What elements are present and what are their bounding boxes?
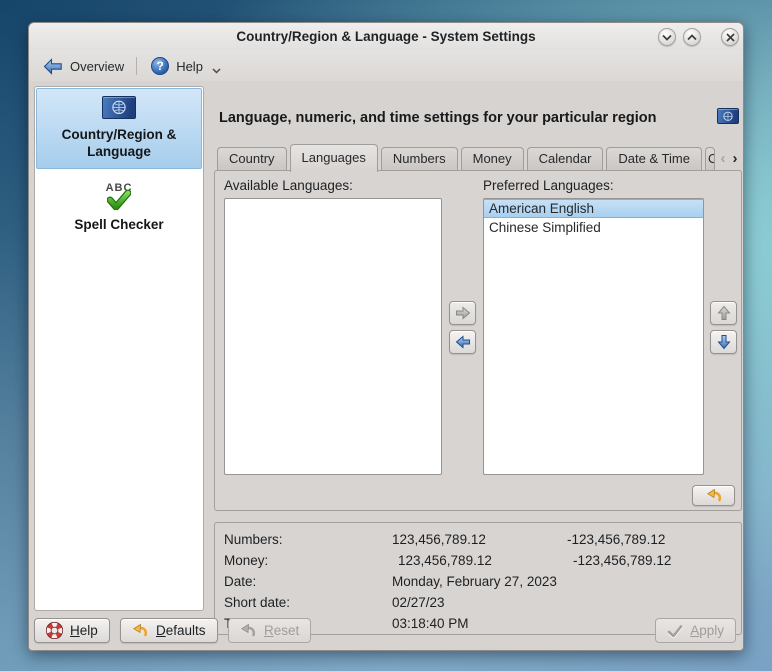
- help-button-footer[interactable]: Help: [34, 618, 110, 643]
- arrow-left-icon: [43, 58, 63, 75]
- add-language-button[interactable]: [449, 301, 476, 325]
- arrow-up-icon: [717, 305, 731, 321]
- available-languages-label: Available Languages:: [224, 178, 353, 193]
- minimize-button[interactable]: [658, 28, 676, 46]
- help-label: Help: [176, 59, 203, 74]
- tab-languages[interactable]: Languages: [290, 144, 378, 172]
- chevron-down-icon: [212, 68, 221, 74]
- maximize-button[interactable]: [683, 28, 701, 46]
- sample-row-money: Money: 123,456,789.12 -123,456,789.12: [224, 550, 741, 571]
- arrow-down-icon: [717, 334, 731, 350]
- spellcheck-icon: ABC: [99, 182, 139, 214]
- checkmark-icon: [667, 624, 683, 638]
- sample-row-short-date: Short date: 02/27/23: [224, 592, 741, 613]
- undo-icon: [132, 624, 149, 637]
- sample-value: Monday, February 27, 2023: [392, 574, 567, 589]
- sidebar: Country/Region & Language ABC Spell Chec…: [34, 86, 204, 611]
- apply-button[interactable]: Apply: [655, 618, 736, 643]
- tab-numbers[interactable]: Numbers: [381, 147, 458, 171]
- checkmark-icon: [107, 190, 131, 210]
- remove-language-button[interactable]: [449, 330, 476, 354]
- languages-tab-panel: Available Languages: Preferred Languages…: [214, 170, 742, 511]
- window-title: Country/Region & Language - System Setti…: [29, 29, 743, 44]
- tab-date-time[interactable]: Date & Time: [606, 147, 702, 171]
- list-item-chinese-simplified[interactable]: Chinese Simplified: [484, 218, 703, 237]
- page-title: Language, numeric, and time settings for…: [219, 110, 709, 126]
- reset-label: Reset: [264, 623, 299, 638]
- tab-other-clipped[interactable]: Other: [705, 147, 715, 171]
- x-icon: [726, 33, 735, 42]
- titlebar[interactable]: Country/Region & Language - System Setti…: [29, 23, 743, 51]
- close-button[interactable]: [721, 28, 739, 46]
- sample-negative-value: -123,456,789.12: [567, 532, 741, 547]
- undo-icon: [705, 489, 723, 502]
- defaults-button[interactable]: Defaults: [120, 618, 218, 643]
- reset-button[interactable]: Reset: [228, 618, 311, 643]
- sample-label: Date:: [224, 574, 392, 589]
- lifering-icon: [46, 622, 63, 639]
- tab-money[interactable]: Money: [461, 147, 524, 171]
- tab-scroll-left-icon[interactable]: ‹: [717, 147, 729, 171]
- sample-positive-value: 123,456,789.12: [392, 532, 567, 547]
- question-icon: ?: [151, 57, 169, 75]
- system-settings-window: Country/Region & Language - System Setti…: [28, 22, 744, 651]
- chevron-up-icon: [687, 34, 697, 41]
- tab-scroll-right-icon[interactable]: ›: [729, 147, 741, 171]
- help-button[interactable]: ? Help: [143, 54, 229, 78]
- preferred-languages-label: Preferred Languages:: [483, 178, 614, 193]
- apply-label: Apply: [690, 623, 724, 638]
- tab-calendar[interactable]: Calendar: [527, 147, 604, 171]
- desktop-background: Country/Region & Language - System Setti…: [0, 0, 772, 671]
- preferred-languages-list[interactable]: American English Chinese Simplified: [483, 198, 704, 475]
- footer-button-row: Help Defaults Reset: [29, 618, 743, 644]
- available-languages-list[interactable]: [224, 198, 442, 475]
- sample-label: Money:: [224, 553, 392, 568]
- sample-row-numbers: Numbers: 123,456,789.12 -123,456,789.12: [224, 529, 741, 550]
- sidebar-item-label-line2: Language: [39, 143, 199, 160]
- sidebar-item-spell-checker[interactable]: ABC Spell Checker: [35, 170, 203, 233]
- arrow-left-icon: [455, 335, 471, 349]
- chevron-down-icon: [662, 34, 672, 41]
- overview-button[interactable]: Overview: [35, 55, 132, 78]
- sidebar-item-label: Spell Checker: [35, 216, 203, 233]
- main-content: Language, numeric, and time settings for…: [211, 81, 743, 614]
- toolbar-separator: [136, 57, 137, 75]
- list-item-american-english[interactable]: American English: [484, 199, 703, 218]
- sample-positive-value: 123,456,789.12: [392, 553, 567, 568]
- sample-value: 02/27/23: [392, 595, 567, 610]
- sample-row-date: Date: Monday, February 27, 2023: [224, 571, 741, 592]
- help-footer-label: Help: [70, 623, 98, 638]
- un-flag-icon: [102, 96, 136, 119]
- undo-removal-button[interactable]: [692, 485, 735, 506]
- tab-country[interactable]: Country: [217, 147, 287, 171]
- sample-label: Numbers:: [224, 532, 392, 547]
- overview-label: Overview: [70, 59, 124, 74]
- undo-icon: [240, 624, 257, 637]
- tab-bar: Country Languages Numbers Money Calendar…: [217, 143, 741, 171]
- arrow-right-icon: [455, 306, 471, 320]
- move-down-button[interactable]: [710, 330, 737, 354]
- move-up-button[interactable]: [710, 301, 737, 325]
- sample-label: Short date:: [224, 595, 392, 610]
- toolbar: Overview ? Help: [29, 51, 743, 81]
- sidebar-item-country-region-language[interactable]: Country/Region & Language: [36, 88, 202, 169]
- sample-negative-value: -123,456,789.12: [567, 553, 741, 568]
- sidebar-item-label-line1: Country/Region &: [39, 126, 199, 143]
- defaults-label: Defaults: [156, 623, 206, 638]
- un-flag-icon: [717, 108, 739, 124]
